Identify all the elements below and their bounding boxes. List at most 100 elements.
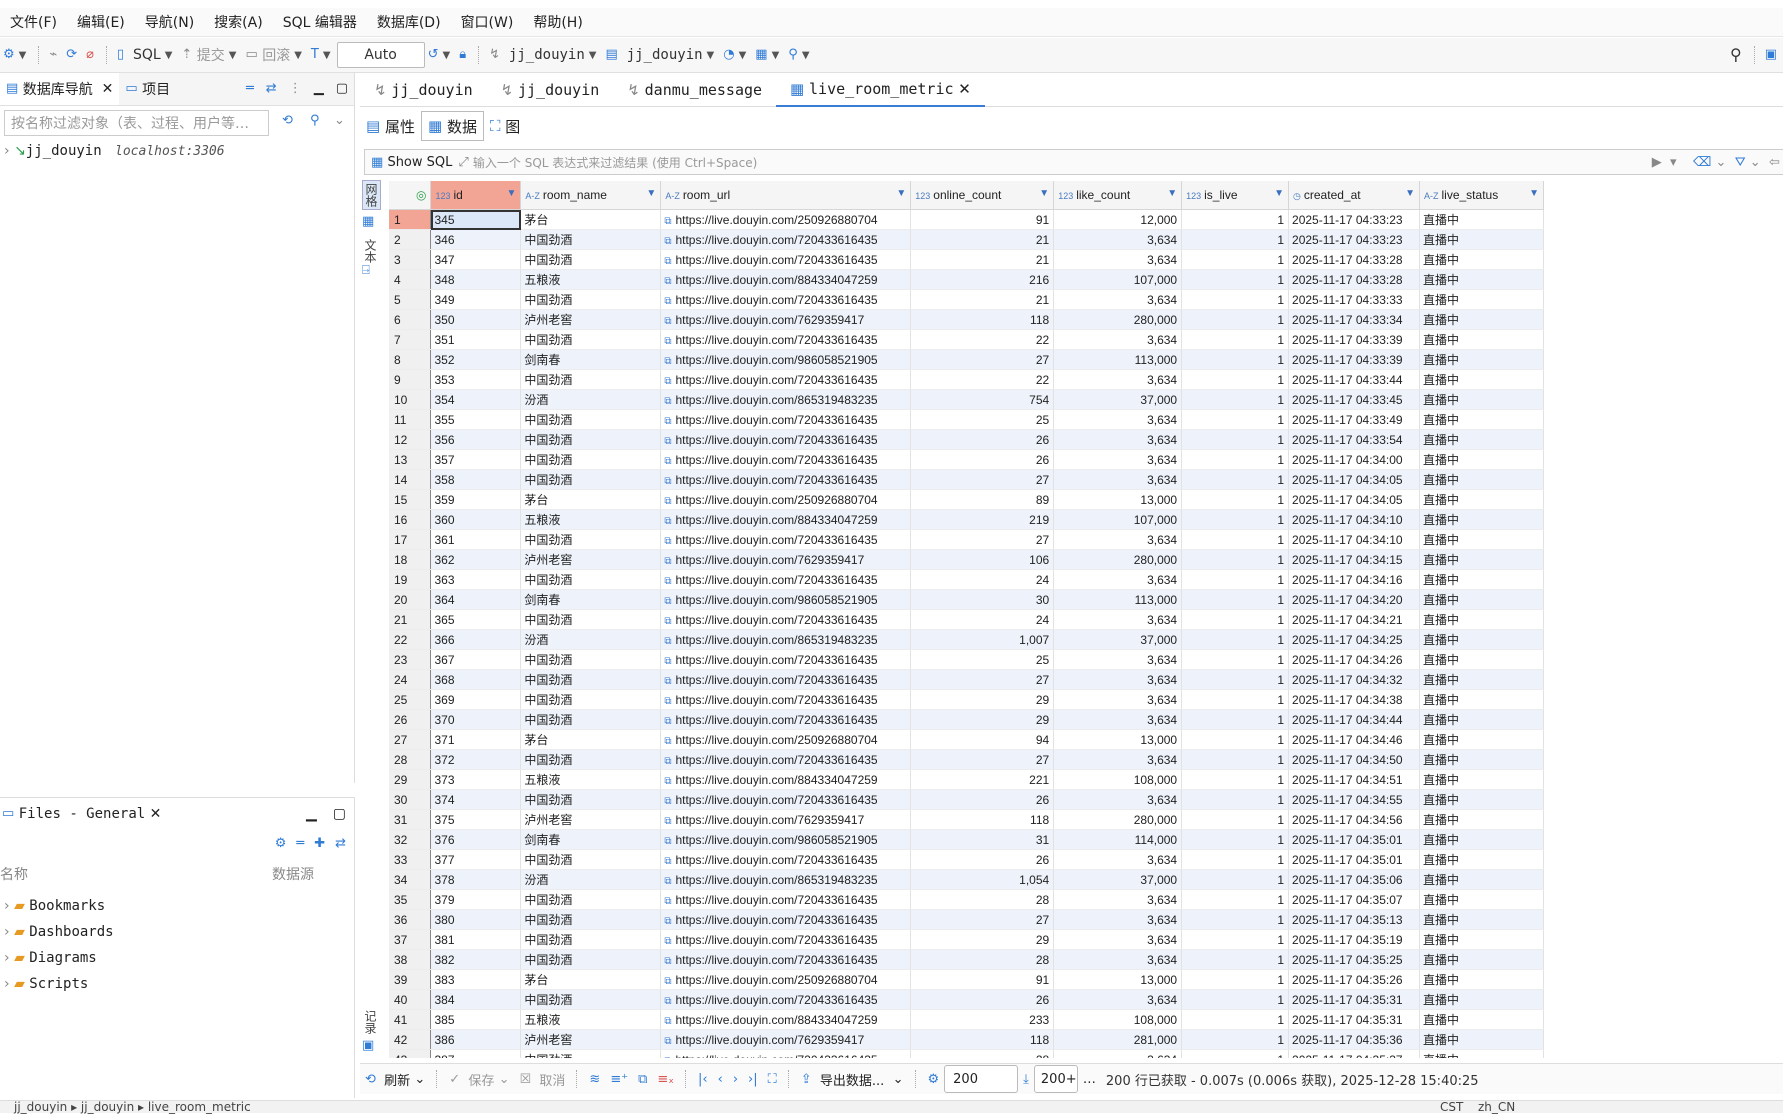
table-row[interactable]: 12 356 中国劲酒 ⧉ https://live.douyin.com/720433… [389,429,1544,450]
cell-id[interactable]: 369 [430,689,522,710]
cell-room-url[interactable]: ⧉ https://live.douyin.com/720433616435 [660,889,912,910]
reconnect-button[interactable]: ⟳ [63,43,80,67]
cell-online-count[interactable]: 118 [910,809,1055,830]
open-link-icon[interactable]: ⧉ [664,836,671,847]
cell-room-url[interactable]: ⧉ https://live.douyin.com/865319483235 [660,869,912,890]
cell-is-live[interactable]: 1 [1181,329,1290,350]
cell-id[interactable]: 355 [430,409,522,430]
maximize-button[interactable]: ▢ [325,806,354,822]
table-row[interactable]: 34 378 汾酒 ⧉ https://live.douyin.com/86531948… [389,869,1544,890]
cell-room-url[interactable]: ⧉ https://live.douyin.com/720433616435 [660,609,912,630]
cell-like-count[interactable]: 280,000 [1053,809,1183,830]
cell-id[interactable]: 357 [430,449,522,470]
navigator-filter-input[interactable]: 按名称过滤对象（表、过程、用户等… [4,110,269,136]
cell-like-count[interactable]: 113,000 [1053,589,1183,610]
close-icon[interactable]: ✕ [150,806,162,822]
cell-live-status[interactable]: 直播中 [1419,329,1544,350]
cell-is-live[interactable]: 1 [1181,789,1290,810]
cell-room-url[interactable]: ⧉ https://live.douyin.com/7629359417 [660,549,912,570]
minimize-button[interactable]: ▁ [298,806,325,822]
cell-created-at[interactable]: 2025-11-17 04:34:00 [1288,449,1420,470]
cell-room-url[interactable]: ⧉ https://live.douyin.com/7629359417 [660,1029,912,1050]
row-number[interactable]: 36 [389,909,432,930]
cell-id[interactable]: 345 [430,209,522,230]
cell-created-at[interactable]: 2025-11-17 04:34:10 [1288,529,1420,550]
cell-like-count[interactable]: 3,634 [1053,989,1183,1010]
cell-like-count[interactable]: 3,634 [1053,409,1183,430]
menu-edit[interactable]: 编辑(E) [67,12,135,32]
cell-live-status[interactable]: 直播中 [1419,609,1544,630]
cell-live-status[interactable]: 直播中 [1419,749,1544,770]
cell-online-count[interactable]: 27 [910,529,1055,550]
cell-is-live[interactable]: 1 [1181,589,1290,610]
cell-id[interactable]: 372 [430,749,522,770]
cell-online-count[interactable]: 29 [910,929,1055,950]
table-row[interactable]: 32 376 剑南春 ⧉ https://live.douyin.com/9860585… [389,829,1544,850]
cell-room-url[interactable]: ⧉ https://live.douyin.com/720433616435 [660,249,912,270]
cell-online-count[interactable]: 118 [910,1029,1055,1050]
cell-created-at[interactable]: 2025-11-17 04:33:34 [1288,309,1420,330]
row-number[interactable]: 13 [389,449,432,470]
cell-room-name[interactable]: 中国劲酒 [520,949,662,970]
cell-online-count[interactable]: 28 [910,1049,1055,1058]
cell-room-url[interactable]: ⧉ https://live.douyin.com/720433616435 [660,469,912,490]
row-number[interactable]: 43 [389,1049,432,1058]
table-row[interactable]: 3 347 中国劲酒 ⧉ https://live.douyin.com/7204336… [389,249,1544,270]
cell-is-live[interactable]: 1 [1181,389,1290,410]
table-row[interactable]: 18 362 泸州老窖 ⧉ https://live.douyin.com/762935… [389,549,1544,570]
sort-filter-icon[interactable]: ▼ [506,188,516,199]
open-link-icon[interactable]: ⧉ [664,256,671,267]
row-number[interactable]: 25 [389,689,432,710]
cell-created-at[interactable]: 2025-11-17 04:35:36 [1288,1029,1420,1050]
cell-id[interactable]: 376 [430,829,522,850]
row-number[interactable]: 16 [389,509,432,530]
cell-id[interactable]: 360 [430,509,522,530]
tab-project[interactable]: ▭ 项目 [119,73,176,105]
cell-live-status[interactable]: 直播中 [1419,669,1544,690]
table-row[interactable]: 17 361 中国劲酒 ⧉ https://live.douyin.com/720433… [389,529,1544,550]
cell-like-count[interactable]: 13,000 [1053,969,1183,990]
cell-online-count[interactable]: 27 [910,469,1055,490]
table-row[interactable]: 8 352 剑南春 ⧉ https://live.douyin.com/98605852… [389,349,1544,370]
row-number[interactable]: 41 [389,1009,432,1030]
table-row[interactable]: 33 377 中国劲酒 ⧉ https://live.douyin.com/720433… [389,849,1544,870]
menu-file[interactable]: 文件(F) [0,12,67,32]
row-number[interactable]: 32 [389,829,432,850]
open-link-icon[interactable]: ⧉ [664,436,671,447]
cell-like-count[interactable]: 281,000 [1053,1029,1183,1050]
cell-room-url[interactable]: ⧉ https://live.douyin.com/250926880704 [660,969,912,990]
maximize-button[interactable]: ▢ [330,73,354,105]
cell-created-at[interactable]: 2025-11-17 04:35:06 [1288,869,1420,890]
table-row[interactable]: 42 386 泸州老窖 ⧉ https://live.douyin.com/762935… [389,1029,1544,1050]
table-row[interactable]: 21 365 中国劲酒 ⧉ https://live.douyin.com/720433… [389,609,1544,630]
commit-mode-field[interactable]: Auto [336,42,425,68]
cell-live-status[interactable]: 直播中 [1419,949,1544,970]
row-number[interactable]: 24 [389,669,432,690]
table-row[interactable]: 37 381 中国劲酒 ⧉ https://live.douyin.com/720433… [389,929,1544,950]
table-row[interactable]: 29 373 五粮液 ⧉ https://live.douyin.com/8843340… [389,769,1544,790]
cell-created-at[interactable]: 2025-11-17 04:34:55 [1288,789,1420,810]
row-number[interactable]: 7 [389,329,432,350]
cell-like-count[interactable]: 3,634 [1053,1049,1183,1058]
open-link-icon[interactable]: ⧉ [664,376,671,387]
open-link-icon[interactable]: ⧉ [664,676,671,687]
cell-created-at[interactable]: 2025-11-17 04:35:31 [1288,1009,1420,1030]
cell-like-count[interactable]: 3,634 [1053,909,1183,930]
table-row[interactable]: 35 379 中国劲酒 ⧉ https://live.douyin.com/720433… [389,889,1544,910]
add-row-button[interactable]: ≡⁺ [605,1072,633,1087]
back-icon[interactable]: ⇦ [1769,155,1780,170]
cell-id[interactable]: 387 [430,1049,522,1058]
row-number[interactable]: 14 [389,469,432,490]
cell-online-count[interactable]: 26 [910,449,1055,470]
export-data-button[interactable]: ⇪ 导出数据... ⌄ [796,1070,909,1089]
fetch-all-button[interactable]: ⛶ [763,1072,782,1087]
filter-settings-icon[interactable]: ⚲ [310,113,320,129]
tree-connection-jj-douyin[interactable]: › ↘ jj_douyin localhost:3306 [4,143,225,159]
cell-live-status[interactable]: 直播中 [1419,689,1544,710]
row-number[interactable]: 29 [389,769,432,790]
cell-room-name[interactable]: 中国劲酒 [520,749,662,770]
row-number[interactable]: 27 [389,729,432,750]
cell-like-count[interactable]: 108,000 [1053,1009,1183,1030]
table-row[interactable]: 36 380 中国劲酒 ⧉ https://live.douyin.com/720433… [389,909,1544,930]
cell-room-url[interactable]: ⧉ https://live.douyin.com/720433616435 [660,949,912,970]
